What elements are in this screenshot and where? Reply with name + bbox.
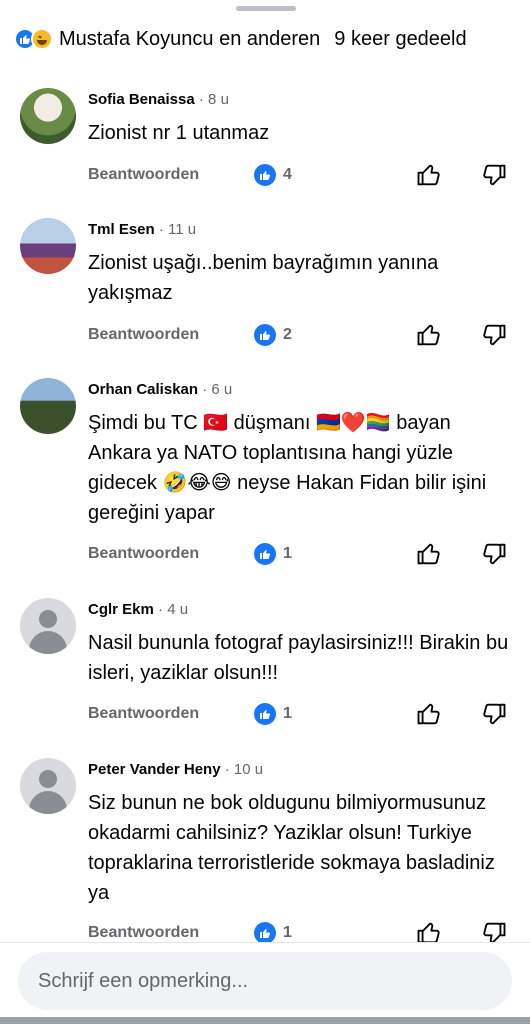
reactions-summary-header[interactable]: Mustafa Koyuncu en anderen 9 keer gedeel… — [14, 22, 520, 56]
like-icon — [254, 703, 276, 725]
reply-button[interactable]: Beantwoorden — [88, 166, 199, 184]
like-count[interactable]: 4 — [254, 164, 292, 186]
reply-button[interactable]: Beantwoorden — [88, 924, 199, 942]
like-count[interactable]: 1 — [254, 703, 292, 725]
comment-text: Zionist nr 1 utanmaz — [88, 122, 270, 144]
comment-author-line: Sofia Benaissa · 8 u — [88, 91, 229, 108]
comment-actions: Beantwoorden 4 — [88, 160, 510, 190]
thumbs-down-icon[interactable] — [480, 700, 508, 728]
like-count-value: 1 — [283, 924, 292, 941]
thumbs-up-icon[interactable] — [415, 700, 443, 728]
comment-author-line: Tml Esen · 11 u — [88, 221, 196, 238]
avatar[interactable] — [20, 218, 76, 274]
avatar[interactable] — [20, 378, 76, 434]
avatar[interactable] — [20, 88, 76, 144]
thumbs-up-icon[interactable] — [415, 161, 443, 189]
comment-author[interactable]: Tml Esen — [88, 221, 155, 238]
like-icon — [254, 164, 276, 186]
reactors-names[interactable]: Mustafa Koyuncu en anderen — [59, 28, 320, 51]
thumbs-down-icon[interactable] — [480, 161, 508, 189]
comment-author[interactable]: Peter Vander Heny — [88, 761, 221, 778]
comment-text: Şimdi bu TC 🇹🇷 düşmanı 🇦🇲❤️🏳️‍🌈 bayan An… — [88, 412, 487, 524]
comment-actions: Beantwoorden 1 — [88, 539, 510, 569]
comment-author[interactable]: Cglr Ekm — [88, 601, 154, 618]
comment-actions: Beantwoorden 1 — [88, 699, 510, 729]
like-count-value: 4 — [283, 166, 292, 183]
share-count[interactable]: 9 keer gedeeld — [334, 28, 466, 51]
comment-time: · 10 u — [224, 761, 264, 778]
comment-text: Siz bunun ne bok oldugunu bilmiyormusunu… — [88, 792, 495, 904]
avatar[interactable] — [20, 758, 76, 814]
reply-button[interactable]: Beantwoorden — [88, 705, 199, 723]
thumbs-down-icon[interactable] — [480, 540, 508, 568]
like-icon — [254, 543, 276, 565]
like-count-value: 1 — [283, 705, 292, 722]
like-icon — [254, 324, 276, 346]
comment-author-line: Peter Vander Heny · 10 u — [88, 761, 263, 778]
like-count[interactable]: 2 — [254, 324, 292, 346]
like-count[interactable]: 1 — [254, 922, 292, 944]
comment-actions: Beantwoorden 2 — [88, 320, 510, 350]
reply-button[interactable]: Beantwoorden — [88, 326, 199, 344]
comment-time: · 4 u — [158, 601, 189, 618]
comment-text: Zionist uşağı..benim bayrağımın yanına y… — [88, 252, 439, 304]
like-count-value: 1 — [283, 545, 292, 562]
bottom-edge-bar — [0, 1017, 530, 1024]
thumbs-down-icon[interactable] — [480, 321, 508, 349]
comment-author-line: Orhan Caliskan · 6 u — [88, 381, 232, 398]
sheet-drag-handle[interactable] — [236, 6, 296, 11]
like-icon — [254, 922, 276, 944]
comment-time: · 8 u — [198, 91, 229, 108]
reaction-icons — [14, 28, 53, 50]
comment-author[interactable]: Sofia Benaissa — [88, 91, 195, 108]
haha-icon — [31, 28, 53, 50]
comment-time: · 6 u — [202, 381, 233, 398]
comment-input[interactable]: Schrijf een opmerking... — [18, 952, 512, 1010]
comment-author[interactable]: Orhan Caliskan — [88, 381, 198, 398]
avatar[interactable] — [20, 598, 76, 654]
comment-text: Nasil bununla fotograf paylasirsiniz!!! … — [88, 632, 509, 684]
comment-input-placeholder: Schrijf een opmerking... — [38, 969, 249, 992]
comment-author-line: Cglr Ekm · 4 u — [88, 601, 188, 618]
reply-button[interactable]: Beantwoorden — [88, 545, 199, 563]
thumbs-up-icon[interactable] — [415, 321, 443, 349]
thumbs-up-icon[interactable] — [415, 540, 443, 568]
comment-time: · 11 u — [158, 221, 197, 238]
like-count-value: 2 — [283, 326, 292, 343]
like-count[interactable]: 1 — [254, 543, 292, 565]
